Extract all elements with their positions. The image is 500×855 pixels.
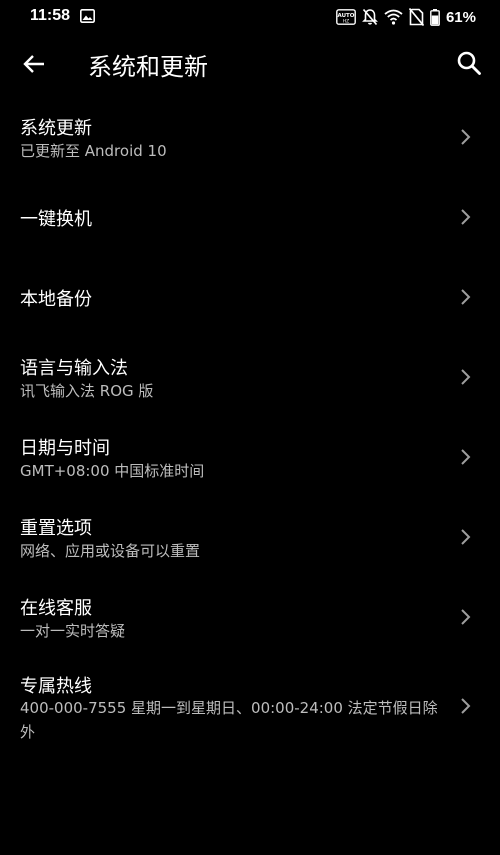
chevron-right-icon <box>461 289 471 305</box>
item-subtitle: 一对一实时答疑 <box>20 622 126 640</box>
chevron-right-icon <box>461 449 471 465</box>
item-title: 系统更新 <box>20 118 92 139</box>
status-bar: 11:58 AUTO HZ 61% <box>0 0 500 34</box>
battery-icon <box>430 8 440 26</box>
notifications-off-icon <box>362 8 378 26</box>
item-title: 一键换机 <box>20 209 92 230</box>
list-item-online-support[interactable]: 在线客服 一对一实时答疑 <box>0 588 500 660</box>
item-subtitle: 400-000-7555 星期一到星期日、00:00-24:00 法定节假日除外 <box>20 699 438 741</box>
item-title: 日期与时间 <box>20 438 110 459</box>
chevron-right-icon <box>461 698 471 714</box>
item-title: 本地备份 <box>20 289 92 310</box>
list-item-local-backup[interactable]: 本地备份 <box>0 270 500 326</box>
list-item-one-click-transfer[interactable]: 一键换机 <box>0 190 500 246</box>
item-title: 语言与输入法 <box>20 358 128 379</box>
auto-icon: AUTO HZ <box>336 9 356 25</box>
item-subtitle: GMT+08:00 中国标准时间 <box>20 462 205 480</box>
arrow-left-icon[interactable] <box>22 52 46 76</box>
list-item-system-update[interactable]: 系统更新 已更新至 Android 10 <box>0 108 500 180</box>
battery-percent: 61% <box>445 8 476 26</box>
chevron-right-icon <box>461 129 471 145</box>
svg-text:AUTO: AUTO <box>337 13 354 19</box>
list-item-dedicated-hotline[interactable]: 专属热线 400-000-7555 星期一到星期日、00:00-24:00 法定… <box>0 666 500 750</box>
search-icon[interactable] <box>456 50 482 76</box>
status-icons: AUTO HZ 61% <box>336 7 476 27</box>
item-subtitle: 网络、应用或设备可以重置 <box>20 542 201 560</box>
page-title: 系统和更新 <box>88 53 208 81</box>
svg-text:HZ: HZ <box>343 19 349 25</box>
no-sim-icon <box>408 8 424 26</box>
list-item-language-input[interactable]: 语言与输入法 讯飞输入法 ROG 版 <box>0 348 500 420</box>
chevron-right-icon <box>461 369 471 385</box>
item-title: 在线客服 <box>20 598 92 619</box>
app-bar: 系统和更新 <box>0 34 500 94</box>
item-subtitle: 已更新至 Android 10 <box>20 142 167 160</box>
list-item-date-time[interactable]: 日期与时间 GMT+08:00 中国标准时间 <box>0 428 500 500</box>
item-title: 专属热线 <box>20 676 92 697</box>
list-item-reset-options[interactable]: 重置选项 网络、应用或设备可以重置 <box>0 508 500 580</box>
chevron-right-icon <box>461 609 471 625</box>
chevron-right-icon <box>461 209 471 225</box>
chevron-right-icon <box>461 529 471 545</box>
status-time: 11:58 <box>30 7 71 24</box>
item-subtitle: 讯飞输入法 ROG 版 <box>20 382 154 400</box>
gallery-icon <box>80 9 95 23</box>
wifi-icon <box>384 9 403 25</box>
item-title: 重置选项 <box>20 518 92 539</box>
